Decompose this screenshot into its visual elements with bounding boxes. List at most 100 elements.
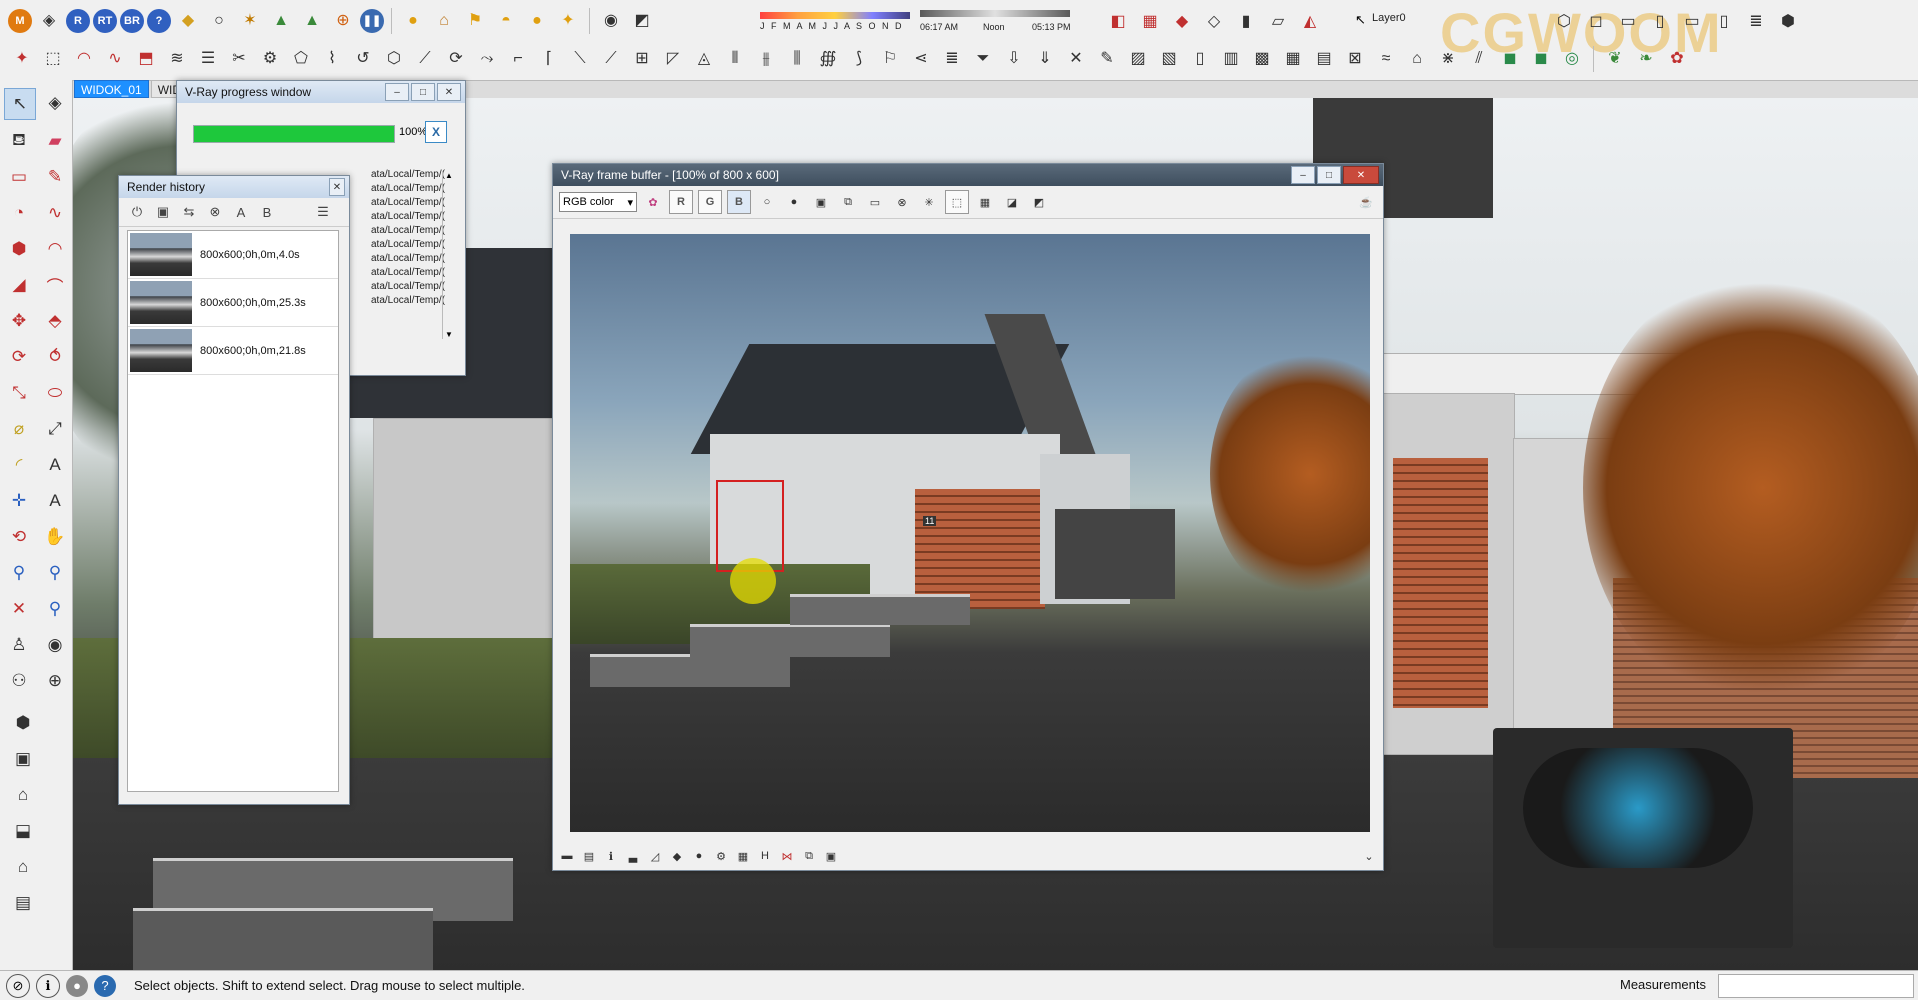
pan-hand-icon[interactable]: ✋	[40, 522, 70, 552]
position-camera-icon[interactable]: ♙	[4, 630, 34, 660]
frame-icon[interactable]: ⊞	[628, 45, 656, 73]
close-button[interactable]: ✕	[329, 178, 345, 196]
minimize-button[interactable]: –	[1291, 166, 1315, 184]
make-component-icon[interactable]: ◈	[40, 88, 70, 118]
region-render-icon[interactable]: ⬚	[945, 190, 969, 214]
log-scrollbar[interactable]: ▲ ▼	[442, 171, 455, 339]
sun-icon[interactable]: ●	[523, 7, 551, 35]
previous-view-icon[interactable]: ⚲	[40, 594, 70, 624]
close-button[interactable]: ✕	[1343, 166, 1379, 184]
pyramid-icon[interactable]: ◬	[690, 45, 718, 73]
back-view-icon[interactable]: ▭	[1678, 8, 1706, 36]
tape-measure-icon[interactable]: ⌀	[4, 414, 34, 444]
expand-chevron-icon[interactable]: ⌄	[1361, 848, 1377, 864]
rectangle-tool-icon[interactable]: ▭	[4, 162, 34, 192]
cancel-render-button[interactable]: X	[425, 121, 447, 143]
lut-icon[interactable]: ●	[691, 848, 707, 864]
right-view-icon[interactable]: ▯	[1646, 8, 1674, 36]
tab-widok-01[interactable]: WIDOK_01	[74, 80, 149, 98]
list-item[interactable]: 800x600;0h,0m,4.0s	[128, 231, 338, 279]
knife-icon[interactable]: ⟋	[411, 45, 439, 73]
link-icon[interactable]: ▦	[974, 191, 996, 213]
arc-tool-icon[interactable]: ◠	[40, 234, 70, 264]
follow-me-icon[interactable]: ⥀	[40, 342, 70, 372]
maximize-button[interactable]: □	[1317, 166, 1341, 184]
layer-label[interactable]: Layer0	[1372, 12, 1406, 24]
prism-icon[interactable]: ◸	[659, 45, 687, 73]
lens-effects-icon[interactable]: ⧉	[801, 848, 817, 864]
eraser-icon[interactable]: ◩	[628, 7, 656, 35]
front-view-icon[interactable]: ▭	[1614, 8, 1642, 36]
plant2-icon[interactable]: ❧	[1632, 45, 1660, 73]
month-gradient-bar[interactable]	[760, 12, 910, 19]
zoom-extents-icon[interactable]: ✕	[4, 594, 34, 624]
shadow-time-slider[interactable]: 06:17 AM Noon 05:13 PM	[920, 10, 1071, 38]
grid-style-icon[interactable]: ▦	[1136, 8, 1164, 36]
eraser-tool-icon[interactable]: ▰	[40, 126, 70, 156]
green-swirl-icon[interactable]: ◎	[1558, 45, 1586, 73]
rect-select-icon[interactable]: ⬚	[39, 45, 67, 73]
layout-icon[interactable]: ▤	[8, 888, 38, 918]
stairs-icon[interactable]: ⫵	[752, 45, 780, 73]
set-b-button[interactable]: B	[257, 202, 277, 222]
info-icon[interactable]: ℹ	[603, 848, 619, 864]
layers-icon[interactable]: ≣	[1742, 8, 1770, 36]
stripe-icon[interactable]: ▤	[1310, 45, 1338, 73]
tag-icon[interactable]: ◈	[35, 7, 63, 35]
user-icon[interactable]: ●	[66, 974, 88, 997]
camera-icon[interactable]: ◉	[597, 7, 625, 35]
roof-icon[interactable]: ⌂	[1403, 45, 1431, 73]
minimize-button[interactable]: –	[385, 83, 409, 101]
progress-window-titlebar[interactable]: V-Ray progress window – □ ✕	[177, 81, 465, 103]
layer-stack-icon[interactable]: ☰	[194, 45, 222, 73]
dimension-icon[interactable]: ⤢	[40, 414, 70, 444]
fold-icon[interactable]: ⋖	[907, 45, 935, 73]
flag-icon[interactable]: ⚑	[461, 7, 489, 35]
cylinder-icon[interactable]: ▮	[1232, 8, 1260, 36]
paint-icon[interactable]: ⬒	[132, 45, 160, 73]
warehouse-icon[interactable]: ⬢	[8, 708, 38, 738]
curve-icon[interactable]: ◿	[647, 848, 663, 864]
share-model-icon[interactable]: ⬓	[8, 816, 38, 846]
protractor-icon[interactable]: ◜	[4, 450, 34, 480]
delete-icon[interactable]: ⊗	[205, 202, 225, 222]
door-icon[interactable]: ▯	[1186, 45, 1214, 73]
corrections-icon[interactable]: ▤	[581, 848, 597, 864]
red-channel-button[interactable]: R	[669, 190, 693, 214]
close-button[interactable]: ✕	[437, 83, 461, 101]
toggle-toolbar-icon[interactable]: ▬	[559, 848, 575, 864]
terrain2-icon[interactable]: ▲	[298, 7, 326, 35]
cross-icon[interactable]: ✕	[1062, 45, 1090, 73]
blue-channel-button[interactable]: B	[727, 190, 751, 214]
compare-icon[interactable]: ⋈	[779, 848, 795, 864]
circle-tool-icon[interactable]: ◔	[4, 198, 34, 228]
color-picker-icon[interactable]: ✿	[642, 191, 664, 213]
bend-icon[interactable]: ↺	[349, 45, 377, 73]
br-icon[interactable]: BR	[120, 9, 144, 33]
track-mouse-icon[interactable]: ✳	[918, 191, 940, 213]
terrain-icon[interactable]: ▲	[267, 7, 295, 35]
cube-icon[interactable]: ⬢	[1774, 8, 1802, 36]
gear-icon[interactable]: ⚙	[256, 45, 284, 73]
settings-icon[interactable]: ⚙	[713, 848, 729, 864]
rendered-image[interactable]: 11	[570, 234, 1370, 832]
scroll-down-icon[interactable]: ▼	[445, 330, 453, 339]
green-box2-icon[interactable]: ◼	[1527, 45, 1555, 73]
twist-icon[interactable]: ⟆	[845, 45, 873, 73]
point-icon[interactable]: ✦	[8, 45, 36, 73]
shadow-month-slider[interactable]: J F M A M J J A S O N D	[760, 12, 910, 38]
plant3-icon[interactable]: ✿	[1663, 45, 1691, 73]
arc2-tool-icon[interactable]: ⌒	[40, 270, 70, 300]
m-ruby-icon[interactable]: M	[8, 9, 32, 33]
geo-location-icon[interactable]: ⊘	[6, 973, 30, 998]
corner-icon[interactable]: ⌐	[504, 45, 532, 73]
text-tool-icon[interactable]: A	[40, 450, 70, 480]
box-outline-icon[interactable]: ◇	[1200, 8, 1228, 36]
measurements-input[interactable]	[1718, 974, 1914, 998]
grid-icon[interactable]: ▦	[735, 848, 751, 864]
teapot-icon[interactable]: ☕	[1355, 191, 1377, 213]
histogram-icon[interactable]: H	[757, 848, 773, 864]
help-icon[interactable]: ?	[147, 9, 171, 33]
arc-icon[interactable]: ◠	[70, 45, 98, 73]
stack2-icon[interactable]: ≣	[938, 45, 966, 73]
